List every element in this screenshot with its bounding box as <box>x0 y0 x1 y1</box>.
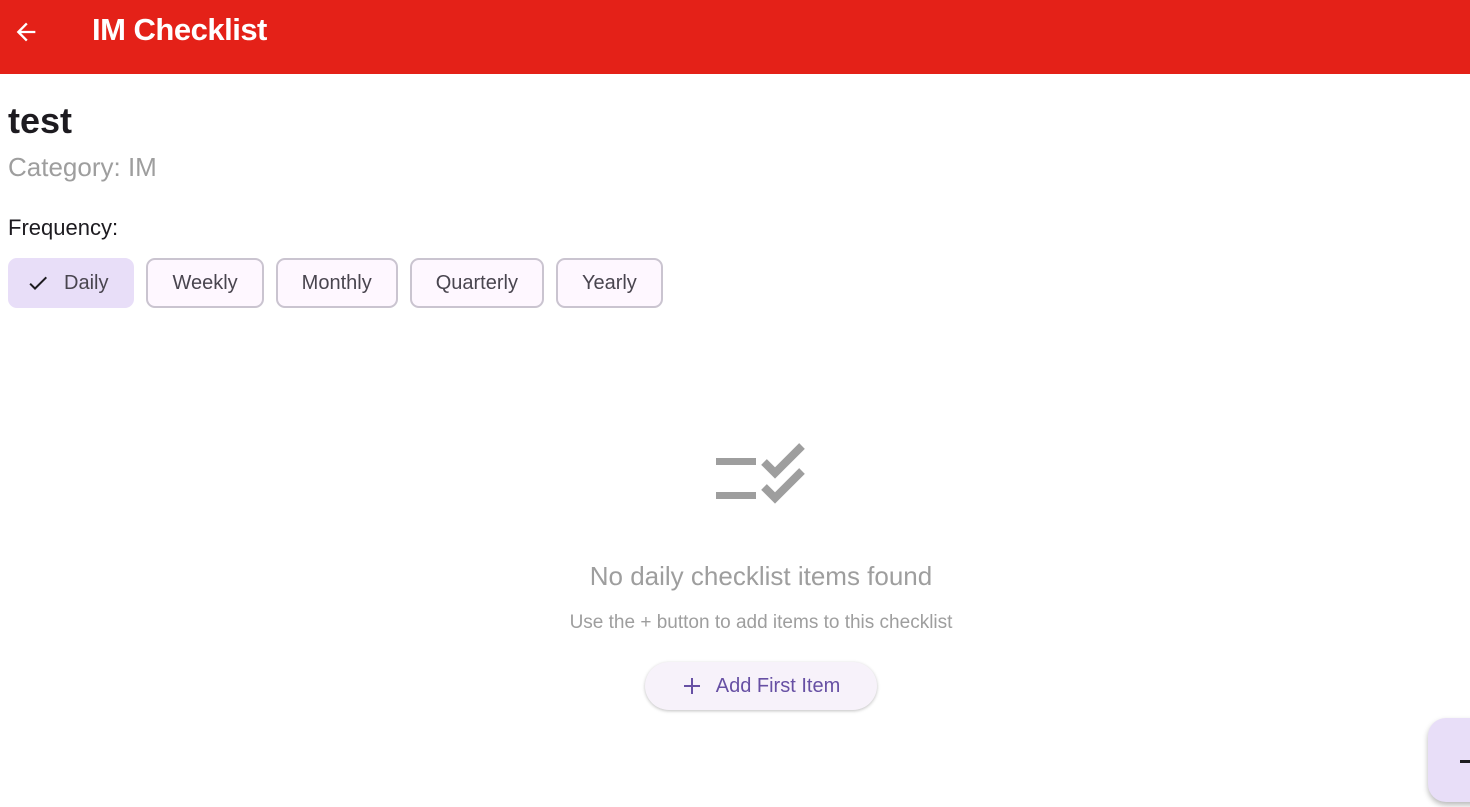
add-first-item-button[interactable]: Add First Item <box>645 662 877 710</box>
add-first-item-label: Add First Item <box>715 674 841 697</box>
checklist-category: Category: IM <box>8 152 157 182</box>
plus-icon <box>683 678 700 694</box>
chip-label: Weekly <box>172 271 238 294</box>
chip-yearly[interactable]: Yearly <box>555 258 663 308</box>
chip-label: Quarterly <box>435 271 518 294</box>
chip-monthly[interactable]: Monthly <box>275 258 398 308</box>
checklist-title: test <box>8 100 73 141</box>
checklist-icon <box>713 442 809 514</box>
frequency-label: Frequency: <box>8 215 119 240</box>
plus-icon <box>1460 760 1470 763</box>
app-bar: IM Checklist <box>0 0 1470 74</box>
chip-label: Monthly <box>301 271 372 294</box>
check-icon <box>26 271 50 295</box>
chip-quarterly[interactable]: Quarterly <box>409 258 544 308</box>
chip-label: Daily <box>64 271 109 294</box>
empty-state-title: No daily checklist items found <box>589 561 933 591</box>
chip-daily[interactable]: Daily <box>8 258 135 308</box>
chip-weekly[interactable]: Weekly <box>146 258 264 308</box>
back-button[interactable] <box>6 12 46 52</box>
empty-state-subtitle: Use the + button to add items to this ch… <box>569 612 953 633</box>
app-title: IM Checklist <box>92 12 267 47</box>
add-item-fab[interactable] <box>1428 718 1470 802</box>
chip-label: Yearly <box>581 271 637 294</box>
arrow-left-icon <box>16 22 36 42</box>
frequency-chip-group: Daily Weekly Monthly Quarterly Yearly <box>8 258 663 308</box>
